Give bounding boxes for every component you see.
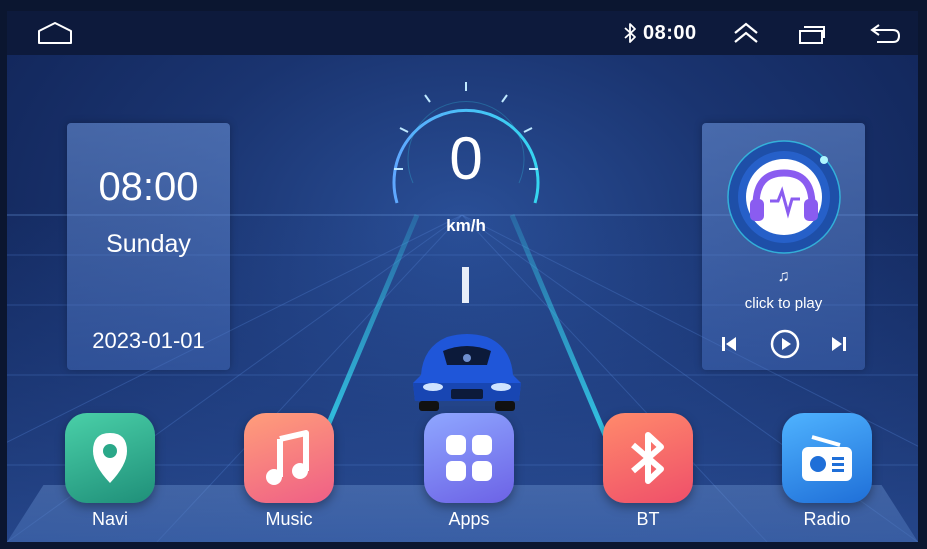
bluetooth-icon [624, 23, 636, 43]
chevron-up-icon[interactable] [731, 21, 761, 45]
app-apps[interactable]: Apps [424, 413, 514, 537]
app-apps-label: Apps [448, 509, 490, 529]
music-note-icon [266, 430, 309, 485]
clock-date: 2023-01-01 [92, 328, 205, 353]
status-bar: 08:00 [7, 11, 918, 55]
headphones-icon [727, 140, 841, 254]
play-icon[interactable] [769, 328, 801, 360]
app-radio-label: Radio [803, 509, 851, 529]
bluetooth-icon [631, 432, 664, 484]
previous-icon[interactable] [718, 333, 740, 355]
app-music[interactable]: Music [244, 413, 334, 537]
car-launcher-screen: 08:00 08:00 Sunday 2023-01-01 0 km/h ♫ c… [7, 11, 918, 542]
app-bt-tile[interactable] [603, 413, 693, 503]
status-time: 08:00 [643, 22, 697, 44]
app-navi-label: Navi [91, 509, 128, 529]
app-bt-label: BT [636, 509, 660, 529]
app-navi-tile[interactable] [65, 413, 155, 503]
app-music-label: Music [265, 509, 313, 529]
back-icon[interactable] [869, 22, 901, 44]
car-image [413, 334, 521, 411]
home-icon[interactable] [37, 21, 73, 45]
grid-icon [446, 435, 492, 481]
next-icon[interactable] [828, 333, 850, 355]
app-radio-tile[interactable] [782, 413, 872, 503]
clock-day: Sunday [106, 230, 191, 258]
app-apps-tile[interactable] [424, 413, 514, 503]
music-widget[interactable]: ♫ click to play [702, 123, 865, 370]
location-pin-icon [93, 433, 127, 483]
app-music-tile[interactable] [244, 413, 334, 503]
app-radio[interactable]: Radio [782, 413, 872, 537]
app-navi[interactable]: Navi [65, 413, 155, 537]
clock-widget[interactable]: 08:00 Sunday 2023-01-01 [67, 123, 230, 370]
speed-value: 0 [449, 125, 483, 192]
recent-apps-icon[interactable] [797, 23, 827, 45]
speed-unit: km/h [446, 216, 486, 235]
music-note-text: ♫ [777, 268, 790, 285]
app-bt[interactable]: BT [603, 413, 693, 537]
clock-time: 08:00 [98, 165, 199, 209]
radio-icon [802, 435, 852, 481]
click-to-play-label[interactable]: click to play [702, 295, 865, 312]
